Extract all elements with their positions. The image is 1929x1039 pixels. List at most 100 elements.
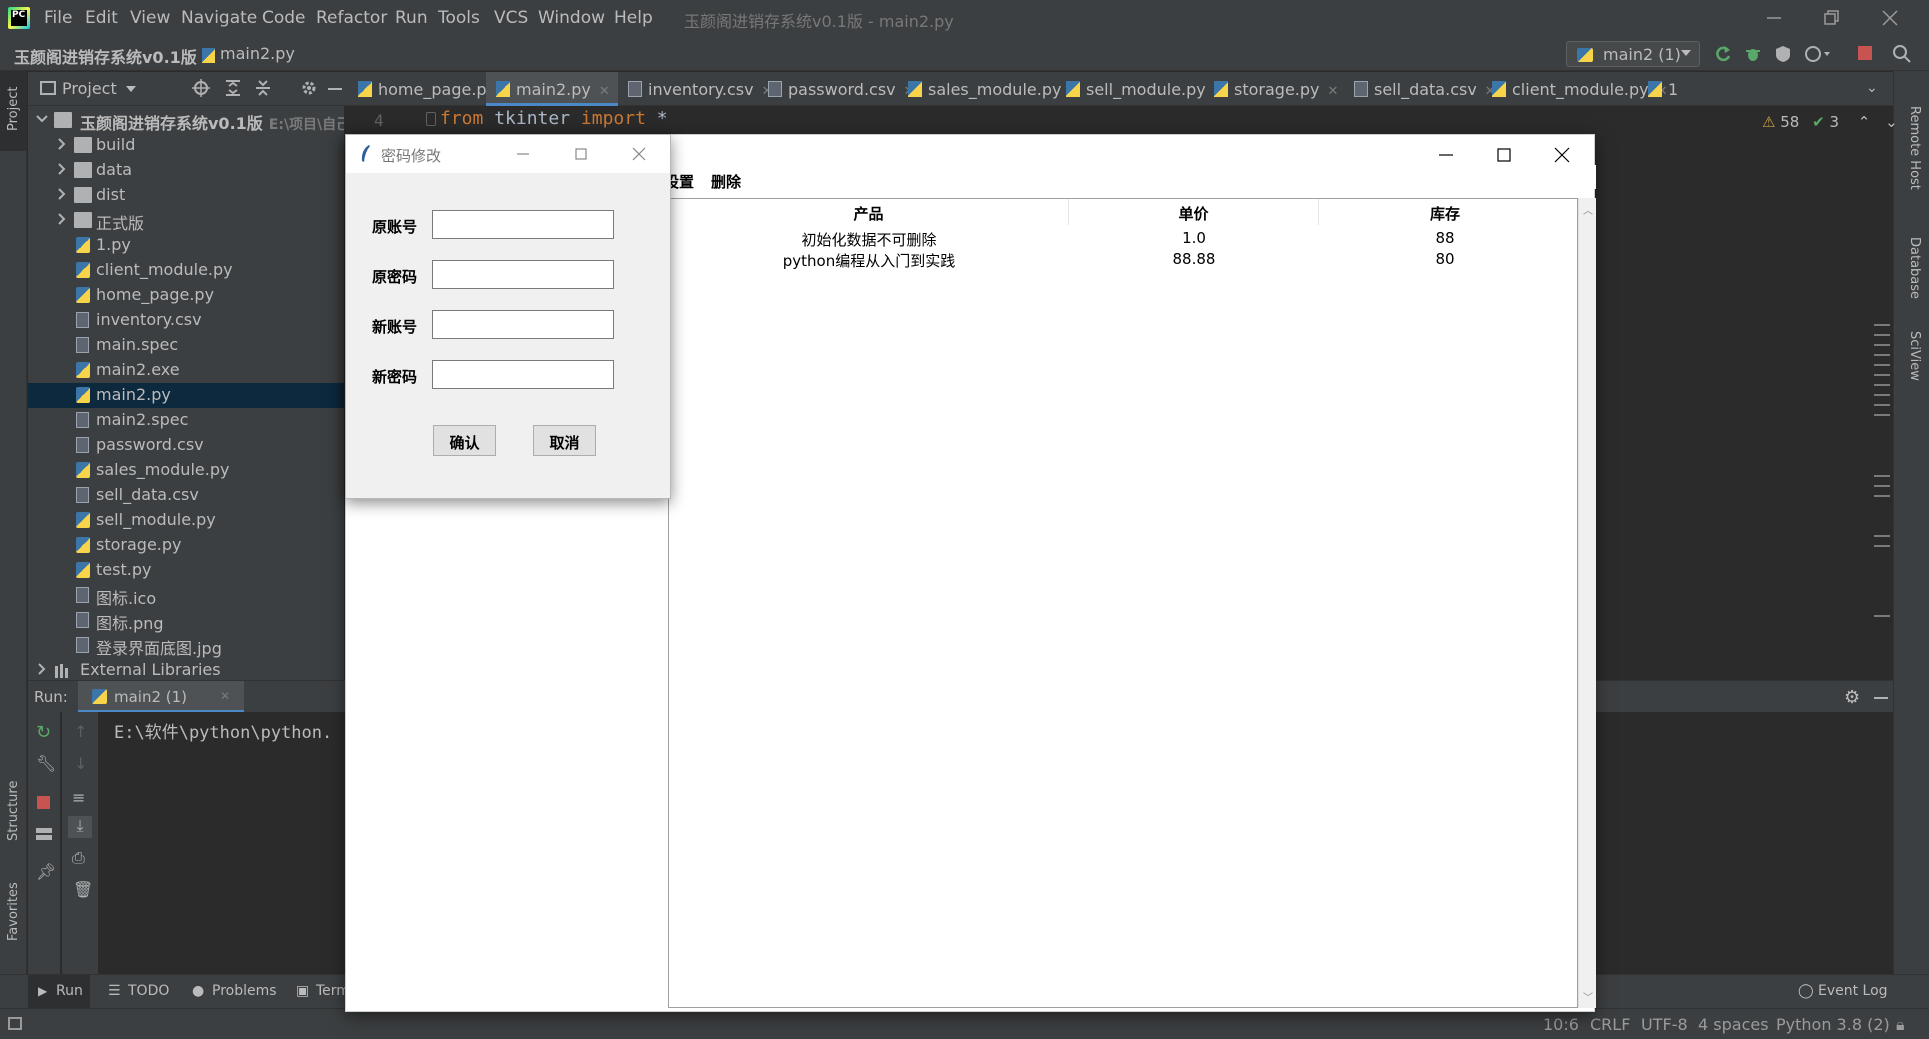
hide-panel-icon[interactable] [328, 88, 342, 90]
tree-item[interactable]: 1.py [28, 233, 344, 258]
restore-icon[interactable] [1820, 6, 1844, 30]
scroll-to-end-icon[interactable]: ⤓ [68, 816, 92, 838]
collapse-all-icon[interactable] [254, 79, 272, 97]
editor-tab[interactable]: main2.py ✕ [486, 72, 618, 106]
old-account-input[interactable] [432, 210, 614, 239]
menu-file[interactable]: File [44, 8, 72, 28]
minimize-icon[interactable] [1434, 143, 1458, 167]
status-indent[interactable]: 4 spaces [1698, 1015, 1769, 1034]
editor-tab[interactable]: sales_module.py✕ [898, 72, 1080, 106]
editor-tab[interactable]: password.csv✕ [758, 72, 915, 106]
stop-icon[interactable] [1858, 46, 1872, 60]
event-log-tab[interactable]: Event Log [1818, 983, 1888, 999]
status-line-separator[interactable]: CRLF [1590, 1015, 1630, 1034]
tree-item[interactable]: dist [28, 183, 344, 208]
tk-menu-delete[interactable]: 删除 [711, 171, 741, 192]
table-scrollbar[interactable]: ︿ ﹀ [1578, 198, 1596, 1008]
tree-item[interactable]: main2.exe [28, 358, 344, 383]
status-interpreter[interactable]: Python 3.8 (2) [1776, 1015, 1890, 1034]
new-password-input[interactable] [432, 360, 614, 389]
menu-window[interactable]: Window [538, 8, 605, 28]
table-cell[interactable]: python编程从入门到实践 [669, 250, 1069, 274]
search-icon[interactable] [1892, 44, 1912, 64]
layout-icon[interactable] [36, 828, 52, 840]
menu-tools[interactable]: Tools [438, 8, 480, 28]
minimize-icon[interactable] [512, 143, 534, 165]
lock-icon[interactable]: 🔒︎ [1896, 1015, 1905, 1035]
menu-help[interactable]: Help [614, 8, 653, 28]
tree-item[interactable]: home_page.py [28, 283, 344, 308]
close-icon[interactable]: ✕ [220, 689, 230, 703]
menu-view[interactable]: View [130, 8, 170, 28]
menu-edit[interactable]: Edit [85, 8, 118, 28]
panel-toggle-icon[interactable] [8, 1017, 22, 1030]
column-header-price[interactable]: 单价 [1069, 199, 1319, 225]
tree-item[interactable]: sell_module.py [28, 508, 344, 533]
tree-item[interactable]: data [28, 158, 344, 183]
editor-tab[interactable]: sell_module.py✕ [1056, 72, 1225, 106]
close-icon[interactable] [1878, 6, 1902, 30]
chevron-down-icon[interactable]: ⌄ [1866, 80, 1878, 96]
column-header-stock[interactable]: 库存 [1319, 199, 1571, 225]
chevron-down-icon[interactable]: ﹀ [1583, 989, 1593, 1004]
trash-icon[interactable]: 🗑︎ [73, 880, 93, 899]
tree-item[interactable]: build [28, 133, 344, 158]
tool-tab-project[interactable]: Project [0, 71, 27, 151]
tree-item[interactable]: main2.spec [28, 408, 344, 433]
hide-panel-icon[interactable] [1874, 697, 1888, 699]
status-position[interactable]: 10:6 [1543, 1015, 1579, 1034]
tree-item[interactable]: 图标.png [28, 608, 344, 633]
tool-tab-favorites[interactable]: Favorites [6, 882, 21, 941]
gear-icon[interactable]: ⚙ [1844, 687, 1860, 708]
tree-item[interactable]: test.py [28, 558, 344, 583]
bottom-tab-problems[interactable]: Problems [212, 983, 277, 999]
expand-all-icon[interactable] [224, 79, 242, 97]
tree-item[interactable]: password.csv [28, 433, 344, 458]
wrench-icon[interactable]: 🔧︎ [36, 754, 56, 773]
arrow-up-icon[interactable]: ↑ [74, 722, 87, 741]
pin-icon[interactable]: 📌︎ [36, 862, 56, 881]
menu-run[interactable]: Run [395, 8, 428, 28]
bottom-tab-todo[interactable]: TODO [128, 983, 169, 999]
maximize-icon[interactable] [570, 143, 592, 165]
gear-icon[interactable] [300, 79, 318, 97]
close-icon[interactable]: ✕ [1328, 84, 1339, 99]
table-cell[interactable]: 80 [1319, 250, 1571, 274]
chevron-down-icon[interactable] [126, 86, 136, 92]
minimize-icon[interactable] [1762, 6, 1786, 30]
editor-tab[interactable]: sell_data.csv ✕ [1344, 72, 1496, 106]
tree-item[interactable]: main.spec [28, 333, 344, 358]
menu-navigate[interactable]: Navigate [181, 8, 257, 28]
editor-tab[interactable]: storage.py ✕ [1204, 72, 1344, 106]
soft-wrap-icon[interactable]: ≡ [72, 788, 85, 807]
breadcrumb-project[interactable]: 玉颜阁进销存系统v0.1版 [14, 44, 197, 68]
editor-tab[interactable]: client_module.py ✕ [1482, 72, 1668, 106]
tree-item[interactable]: 图标.ico [28, 583, 344, 608]
dialog-titlebar[interactable]: 密码修改 [346, 135, 670, 173]
tree-item[interactable]: 登录界面底图.jpg [28, 633, 344, 658]
editor-tab[interactable]: home_page.py✕ [348, 72, 515, 106]
project-panel-title[interactable]: Project [62, 79, 117, 98]
menu-refactor[interactable]: Refactor [316, 8, 387, 28]
tree-item[interactable]: main2.py [28, 383, 344, 408]
tree-item[interactable]: sales_module.py [28, 458, 344, 483]
menu-code[interactable]: Code [262, 8, 306, 28]
bottom-tab-run[interactable]: ▶ Run [28, 975, 90, 1009]
breadcrumb-file[interactable]: main2.py [220, 44, 295, 63]
editor-tab[interactable]: inventory.csv✕ [618, 72, 772, 106]
stop-icon[interactable] [37, 796, 50, 809]
arrow-down-icon[interactable]: ↓ [74, 754, 87, 773]
chevron-up-icon[interactable]: ⌃ [1858, 113, 1871, 131]
run-config-select[interactable]: main2 (1) [1566, 41, 1700, 67]
close-icon[interactable] [628, 143, 650, 165]
tree-item[interactable]: sell_data.csv [28, 483, 344, 508]
column-header-product[interactable]: 产品 [669, 199, 1069, 225]
tree-item[interactable]: storage.py [28, 533, 344, 558]
tool-tab-database[interactable]: Database [1907, 237, 1922, 299]
tree-item[interactable]: inventory.csv [28, 308, 344, 333]
chevron-up-icon[interactable]: ︿ [1583, 202, 1593, 217]
editor-tab[interactable]: 1 [1638, 72, 1678, 106]
debug-icon[interactable] [1744, 45, 1762, 63]
confirm-button[interactable]: 确认 [433, 425, 496, 456]
tool-tab-remote-host[interactable]: Remote Host [1907, 106, 1922, 190]
